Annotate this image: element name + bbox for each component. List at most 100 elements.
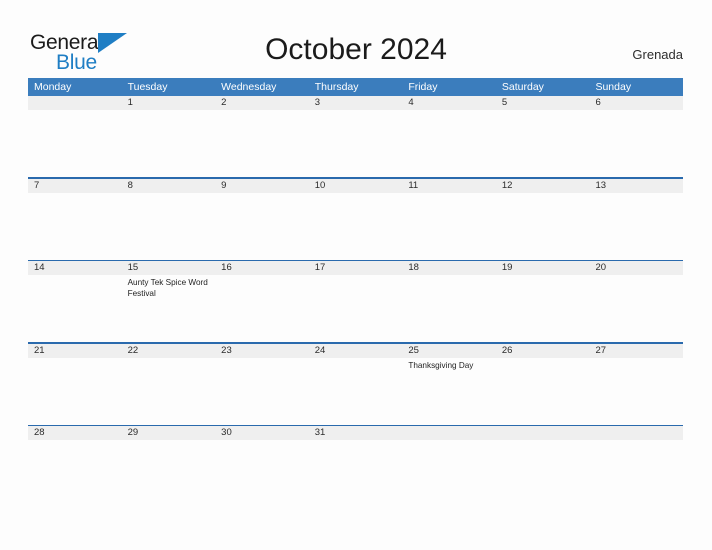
day-cell-events[interactable]: [215, 440, 309, 452]
day-cell-events[interactable]: [496, 358, 590, 423]
day-cell-events[interactable]: [28, 440, 122, 452]
date-band: 7 8 9 10 11 12 13: [28, 178, 683, 193]
day-cell-date[interactable]: 25: [402, 344, 496, 358]
day-cell-events[interactable]: [402, 275, 496, 340]
page-title: October 2024: [265, 33, 447, 66]
day-cell-date[interactable]: 18: [402, 261, 496, 275]
page-header: General Blue October 2024 Grenada: [0, 0, 712, 78]
day-cell-date[interactable]: 14: [28, 261, 122, 275]
week-row: 28 29 30 31: [28, 426, 683, 454]
day-cell-date[interactable]: [402, 426, 496, 440]
day-cell-events[interactable]: [309, 110, 403, 175]
day-cell-events[interactable]: [309, 193, 403, 258]
day-cell-events[interactable]: [215, 110, 309, 175]
weekday-tuesday: Tuesday: [127, 81, 168, 93]
day-cell-date[interactable]: 13: [589, 179, 683, 193]
weekday-monday: Monday: [34, 81, 72, 93]
week-row: 7 8 9 10 11 12 13: [28, 178, 683, 260]
day-cell-date[interactable]: 31: [309, 426, 403, 440]
day-cell-date[interactable]: [496, 426, 590, 440]
day-cell-events[interactable]: [215, 193, 309, 258]
event-band: [28, 440, 683, 452]
calendar-grid: Monday Tuesday Wednesday Thursday Friday…: [28, 78, 683, 454]
day-cell-events[interactable]: [496, 193, 590, 258]
day-cell-date[interactable]: 11: [402, 179, 496, 193]
day-cell-date[interactable]: 3: [309, 96, 403, 110]
weekday-sunday: Sunday: [595, 81, 632, 93]
day-cell-events[interactable]: [122, 358, 216, 423]
weekday-header-row: Monday Tuesday Wednesday Thursday Friday…: [28, 78, 683, 96]
day-cell-events[interactable]: Aunty Tek Spice Word Festival: [122, 275, 216, 340]
day-cell-events[interactable]: [496, 440, 590, 452]
day-cell-events[interactable]: [309, 358, 403, 423]
event-band: Thanksgiving Day: [28, 358, 683, 423]
date-band: 14 15 16 17 18 19 20: [28, 261, 683, 275]
day-cell-date[interactable]: 5: [496, 96, 590, 110]
weekday-thursday: Thursday: [314, 81, 359, 93]
day-cell-date[interactable]: 9: [215, 179, 309, 193]
day-cell-events[interactable]: [215, 275, 309, 340]
day-cell-date[interactable]: 27: [589, 344, 683, 358]
week-row: 21 22 23 24 25 26 27 Thanksgiving Day: [28, 343, 683, 425]
day-cell-events[interactable]: [28, 358, 122, 423]
region-label: Grenada: [632, 47, 683, 62]
day-cell-events[interactable]: [309, 275, 403, 340]
day-cell-events[interactable]: Thanksgiving Day: [402, 358, 496, 423]
weekday-wednesday: Wednesday: [221, 81, 277, 93]
event-label: Thanksgiving Day: [408, 360, 474, 370]
day-cell-date[interactable]: 28: [28, 426, 122, 440]
calendar-page: General Blue October 2024 Grenada Monday…: [0, 0, 712, 550]
day-cell-events[interactable]: [28, 110, 122, 175]
day-cell-date[interactable]: 30: [215, 426, 309, 440]
event-band: Aunty Tek Spice Word Festival: [28, 275, 683, 340]
day-cell-events[interactable]: [589, 358, 683, 423]
event-band: [28, 193, 683, 258]
day-cell-date[interactable]: 19: [496, 261, 590, 275]
day-cell-date[interactable]: 17: [309, 261, 403, 275]
day-cell-events[interactable]: [122, 193, 216, 258]
day-cell-date[interactable]: 26: [496, 344, 590, 358]
date-band: 21 22 23 24 25 26 27: [28, 343, 683, 358]
day-cell-date[interactable]: 16: [215, 261, 309, 275]
day-cell-date[interactable]: [589, 426, 683, 440]
day-cell-events[interactable]: [122, 110, 216, 175]
day-cell-events[interactable]: [402, 110, 496, 175]
week-row: 14 15 16 17 18 19 20 Aunty Tek Spice Wor…: [28, 261, 683, 342]
day-cell-date[interactable]: 6: [589, 96, 683, 110]
day-cell-events[interactable]: [215, 358, 309, 423]
weekday-friday: Friday: [408, 81, 438, 93]
day-cell-date[interactable]: 2: [215, 96, 309, 110]
day-cell-events[interactable]: [402, 440, 496, 452]
day-cell-events[interactable]: [496, 275, 590, 340]
day-cell-date[interactable]: 22: [122, 344, 216, 358]
day-cell-date[interactable]: 20: [589, 261, 683, 275]
day-cell-events[interactable]: [28, 193, 122, 258]
week-row: 1 2 3 4 5 6: [28, 96, 683, 177]
day-cell-date[interactable]: 29: [122, 426, 216, 440]
day-cell-date[interactable]: 12: [496, 179, 590, 193]
day-cell-date[interactable]: 15: [122, 261, 216, 275]
date-band: 28 29 30 31: [28, 426, 683, 440]
day-cell-events[interactable]: [589, 110, 683, 175]
day-cell-date[interactable]: 7: [28, 179, 122, 193]
day-cell-date[interactable]: [28, 96, 122, 110]
day-cell-events[interactable]: [589, 440, 683, 452]
day-cell-events[interactable]: [402, 193, 496, 258]
event-label: Aunty Tek Spice Word Festival: [127, 278, 208, 298]
day-cell-date[interactable]: 10: [309, 179, 403, 193]
day-cell-date[interactable]: 1: [122, 96, 216, 110]
day-cell-events[interactable]: [309, 440, 403, 452]
day-cell-date[interactable]: 8: [122, 179, 216, 193]
day-cell-events[interactable]: [28, 275, 122, 340]
day-cell-events[interactable]: [589, 275, 683, 340]
day-cell-date[interactable]: 23: [215, 344, 309, 358]
day-cell-date[interactable]: 4: [402, 96, 496, 110]
day-cell-events[interactable]: [589, 193, 683, 258]
day-cell-date[interactable]: 21: [28, 344, 122, 358]
date-band: 1 2 3 4 5 6: [28, 96, 683, 110]
event-band: [28, 110, 683, 175]
day-cell-date[interactable]: 24: [309, 344, 403, 358]
day-cell-events[interactable]: [122, 440, 216, 452]
day-cell-events[interactable]: [496, 110, 590, 175]
weekday-saturday: Saturday: [501, 81, 544, 93]
